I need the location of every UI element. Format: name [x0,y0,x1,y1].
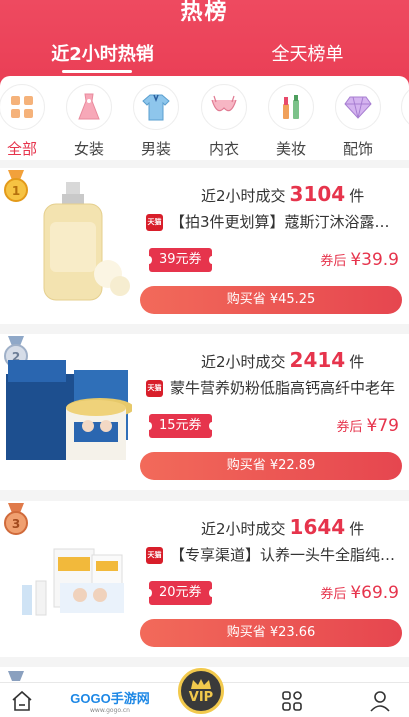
profile-icon[interactable] [362,683,398,717]
category-icon[interactable] [274,683,310,717]
category-label: 男装 [140,140,171,158]
after-coupon-price: 券后 ¥69.9 [320,583,399,603]
crown-icon [191,678,211,689]
sales-count: 近2小时成交 3104 件 [201,182,365,206]
category-label: 女装 [73,140,104,158]
category-label: 配饰 [342,140,373,158]
bronze-medal-icon: 3 [4,503,28,535]
category-label: 美妆 [275,140,306,158]
makeup-icon [268,84,314,130]
product-card[interactable]: 1 近2小时成交3104件 天猫 【拍3件更划算】蔻斯汀沐浴露持久留香 39元券… [0,168,409,324]
home-icon[interactable] [4,683,40,717]
tmall-badge: 天猫 [146,380,163,397]
category-more[interactable] [394,84,409,130]
dress-icon [66,84,112,130]
after-coupon-price: 券后 ¥79 [336,416,399,436]
sales-count: 近2小时成交 2414 件 [201,348,365,372]
category-all[interactable]: 全部 [0,84,52,159]
rank-number: 1 [12,184,20,198]
after-coupon-price: 券后 ¥39.9 [320,250,399,270]
vip-button[interactable]: VIP [178,668,224,714]
product-card[interactable]: 2 近2小时成交 2414 件 天猫 蒙牛营养奶粉低脂高钙高纤中老年 15元券 券后… [0,334,409,490]
logo-icon: GOGO手游网 www.gogo.cn [70,683,150,717]
category-bar: 全部 女装 男装 内衣 美妆 配饰 [0,76,409,160]
vip-label: VIP [188,689,214,705]
coupon-badge: 15元券 [146,414,215,438]
coupon-badge: 39元券 [146,248,215,272]
category-label: 内衣 [208,140,239,158]
tmall-badge: 天猫 [146,214,163,231]
product-image-shower-gel [43,182,130,301]
category-men[interactable]: 男装 [126,84,186,159]
diamond-icon [335,84,381,130]
product-title[interactable]: 【拍3件更划算】蔻斯汀沐浴露持久留香 [170,211,402,232]
tmall-badge: 天猫 [146,547,163,564]
tab-bar: 近2小时热销 全天榜单 [0,40,409,74]
tab-underline [62,70,132,73]
bra-icon [201,84,247,130]
page-title: 热榜 [180,0,229,25]
shirt-icon [133,84,179,130]
category-women[interactable]: 女装 [59,84,119,159]
category-accessories[interactable]: 配饰 [328,84,388,159]
product-card[interactable]: 3 近2小时成交 1644 件 天猫 【专享渠道】认养一头牛全脂纯牛奶 20元券 券… [0,501,409,657]
grid-icon [0,84,45,130]
logo-text: GOGO手游网 [70,690,150,706]
category-underwear[interactable]: 内衣 [194,84,254,159]
category-makeup[interactable]: 美妆 [261,84,321,159]
coupon-badge: 20元券 [146,581,215,605]
tab-2h-hot[interactable]: 近2小时热销 [0,40,205,66]
sales-count: 近2小时成交 1644 件 [201,515,365,539]
buy-button[interactable]: 购买省 ¥45.25 [140,286,402,314]
buy-button[interactable]: 购买省 ¥23.66 [140,619,402,647]
logo-subtext: www.gogo.cn [90,706,130,714]
buy-button[interactable]: 购买省 ¥22.89 [140,452,402,480]
product-title[interactable]: 蒙牛营养奶粉低脂高钙高纤中老年 [170,377,402,398]
product-image-milk [22,548,124,616]
category-label: 全部 [6,140,37,158]
more-category-icon [401,84,409,130]
rank-number: 3 [12,517,20,531]
product-title[interactable]: 【专享渠道】认养一头牛全脂纯牛奶 [170,544,402,565]
product-image-milk-powder [6,360,132,460]
tab-all-day[interactable]: 全天榜单 [205,40,409,66]
